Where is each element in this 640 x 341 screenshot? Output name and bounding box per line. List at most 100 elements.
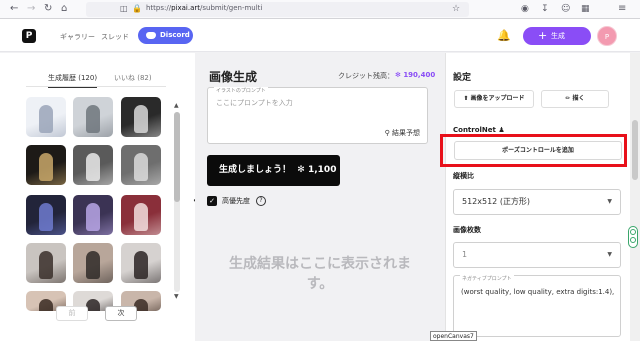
shield-icon[interactable]: ◫ xyxy=(120,2,128,16)
thumbnail-figure xyxy=(39,251,53,279)
thumbnail-figure xyxy=(134,203,148,231)
star-icon[interactable]: ☆ xyxy=(452,2,460,16)
prompt-legend: イラストのプロンプト xyxy=(214,87,268,94)
thumbnail-figure xyxy=(86,299,100,311)
pixai-logo[interactable]: P xyxy=(22,29,36,43)
thumbnail-figure xyxy=(39,203,53,231)
generate-label: 生成しましょう！ xyxy=(219,165,292,175)
brush-icon: ✏ xyxy=(565,95,571,102)
draw-label: 描く xyxy=(572,95,585,102)
generate-cost: 1,100 xyxy=(307,165,337,175)
history-thumbnail[interactable] xyxy=(73,97,113,137)
highlight-box xyxy=(440,134,627,167)
person-icon: ♟ xyxy=(498,126,505,134)
priority-label: 高優先度 xyxy=(222,197,250,205)
thumbnail-figure xyxy=(39,153,53,181)
next-page-button[interactable]: 次 xyxy=(105,306,137,321)
aspect-select[interactable]: 512x512 (正方形) ▼ xyxy=(453,189,621,215)
side-widget-icon[interactable] xyxy=(628,226,638,248)
count-label: 画像枚数 xyxy=(453,226,481,234)
bell-icon[interactable]: 🔔 xyxy=(497,29,511,42)
scroll-up-icon[interactable]: ▲ xyxy=(174,102,179,109)
thumbnail-figure xyxy=(134,153,148,181)
history-scroll-thumb[interactable] xyxy=(174,112,180,202)
history-thumbnail[interactable] xyxy=(26,243,66,283)
menu-icon[interactable]: ≡ xyxy=(618,2,626,16)
discord-icon xyxy=(146,32,156,39)
aspect-label: 縦横比 xyxy=(453,172,474,180)
back-icon[interactable]: ← xyxy=(10,2,18,16)
credit-icon: ✻ xyxy=(294,165,305,175)
history-thumbnail[interactable] xyxy=(26,145,66,185)
help-icon[interactable]: ? xyxy=(256,196,266,206)
chevron-down-icon: ▼ xyxy=(607,198,612,205)
create-button[interactable]: + 生成 xyxy=(523,27,591,45)
count-select[interactable]: 1 ▼ xyxy=(453,242,621,268)
history-thumbnail[interactable] xyxy=(73,145,113,185)
thumbnail-figure xyxy=(86,203,100,231)
prev-page-button[interactable]: 前 xyxy=(56,306,88,321)
credit-value: ✻ 190,400 xyxy=(395,71,436,79)
url-text[interactable]: https://pixai.art/submit/gen-multi xyxy=(146,4,262,12)
generate-button[interactable]: 生成しましょう！ ✻ 1,100 xyxy=(207,155,340,186)
history-thumbnail[interactable] xyxy=(26,195,66,235)
settings-title: 設定 xyxy=(453,73,472,83)
upload-image-button[interactable]: ⬆ 画像をアップロード xyxy=(454,90,534,108)
discord-button[interactable]: Discord xyxy=(138,27,193,44)
address-bar[interactable]: ◫ 🔒 ☆ xyxy=(86,2,469,17)
prompt-input[interactable]: イラストのプロンプト ここにプロンプトを入力 ⚲ 結果予想 xyxy=(207,87,428,144)
home-icon[interactable]: ⌂ xyxy=(61,2,67,16)
app-header: P ギャラリー スレッド Discord 🔔 + 生成 P xyxy=(0,19,640,52)
history-thumbnail[interactable] xyxy=(121,195,161,235)
count-value: 1 xyxy=(462,250,468,259)
prompt-placeholder: ここにプロンプトを入力 xyxy=(216,99,293,107)
negative-prompt-input[interactable]: ネガティブプロンプト (worst quality, low quality, … xyxy=(453,275,621,337)
history-thumbnail[interactable] xyxy=(73,243,113,283)
negative-text: (worst quality, low quality, extra digit… xyxy=(461,288,615,296)
forward-icon[interactable]: → xyxy=(27,2,35,16)
aspect-value: 512x512 (正方形) xyxy=(462,197,531,206)
thumbnail-figure xyxy=(86,251,100,279)
thumbnail-figure xyxy=(134,105,148,133)
tab-likes[interactable]: いいね (82) xyxy=(114,73,152,83)
chevron-down-icon: ▼ xyxy=(607,251,612,258)
search-icon: ⚲ xyxy=(384,129,390,137)
history-thumbnail[interactable] xyxy=(26,97,66,137)
settings-scrollbar[interactable] xyxy=(630,53,640,341)
account-icon[interactable]: ☺ xyxy=(561,2,570,16)
negative-legend: ネガティブプロンプト xyxy=(460,275,514,282)
plus-icon: + xyxy=(538,29,548,42)
nav-gallery[interactable]: ギャラリー xyxy=(60,32,95,42)
history-thumbnail[interactable] xyxy=(73,195,113,235)
nav-threads[interactable]: スレッド xyxy=(101,32,129,42)
browser-toolbar: ← → ↻ ⌂ ◫ 🔒 ☆ https://pixai.art/submit/g… xyxy=(0,0,640,19)
thumbnail-figure xyxy=(39,105,53,133)
upload-label: 画像をアップロード xyxy=(470,95,525,102)
history-thumbnail[interactable] xyxy=(121,243,161,283)
scroll-down-icon[interactable]: ▼ xyxy=(174,293,179,300)
credit-label: クレジット残高： xyxy=(338,72,394,80)
download-icon[interactable]: ↧ xyxy=(541,2,549,16)
thumbnail-figure xyxy=(86,153,100,181)
draw-button[interactable]: ✏ 描く xyxy=(541,90,609,108)
priority-checkbox[interactable]: ✓ xyxy=(207,196,217,206)
reload-icon[interactable]: ↻ xyxy=(44,2,52,16)
extension-icon[interactable]: ▦ xyxy=(581,2,590,16)
pocket-icon[interactable]: ◉ xyxy=(521,2,529,16)
history-thumbnail[interactable] xyxy=(121,145,161,185)
tooltip: openCanvas7 xyxy=(430,331,477,341)
thumbnail-figure xyxy=(86,105,100,133)
settings-scroll-thumb[interactable] xyxy=(632,120,638,180)
controlnet-label: ControlNet ♟ xyxy=(453,126,505,134)
page-title: 画像生成 xyxy=(209,70,258,84)
lock-icon[interactable]: 🔒 xyxy=(132,2,142,16)
avatar[interactable]: P xyxy=(597,26,617,46)
tab-divider xyxy=(26,86,166,87)
priority-option: ✓ 高優先度? xyxy=(207,196,266,206)
result-placeholder: 生成結果はここに表示されます。 xyxy=(229,256,411,292)
credit-amount: 190,400 xyxy=(403,71,436,79)
thumbnail-figure xyxy=(39,299,53,311)
predict-button[interactable]: ⚲ 結果予想 xyxy=(385,128,420,138)
history-thumbnail[interactable] xyxy=(121,97,161,137)
generate-panel: 画像生成 クレジット残高： ✻ 190,400 イラストのプロンプト ここにプロ… xyxy=(195,53,445,341)
